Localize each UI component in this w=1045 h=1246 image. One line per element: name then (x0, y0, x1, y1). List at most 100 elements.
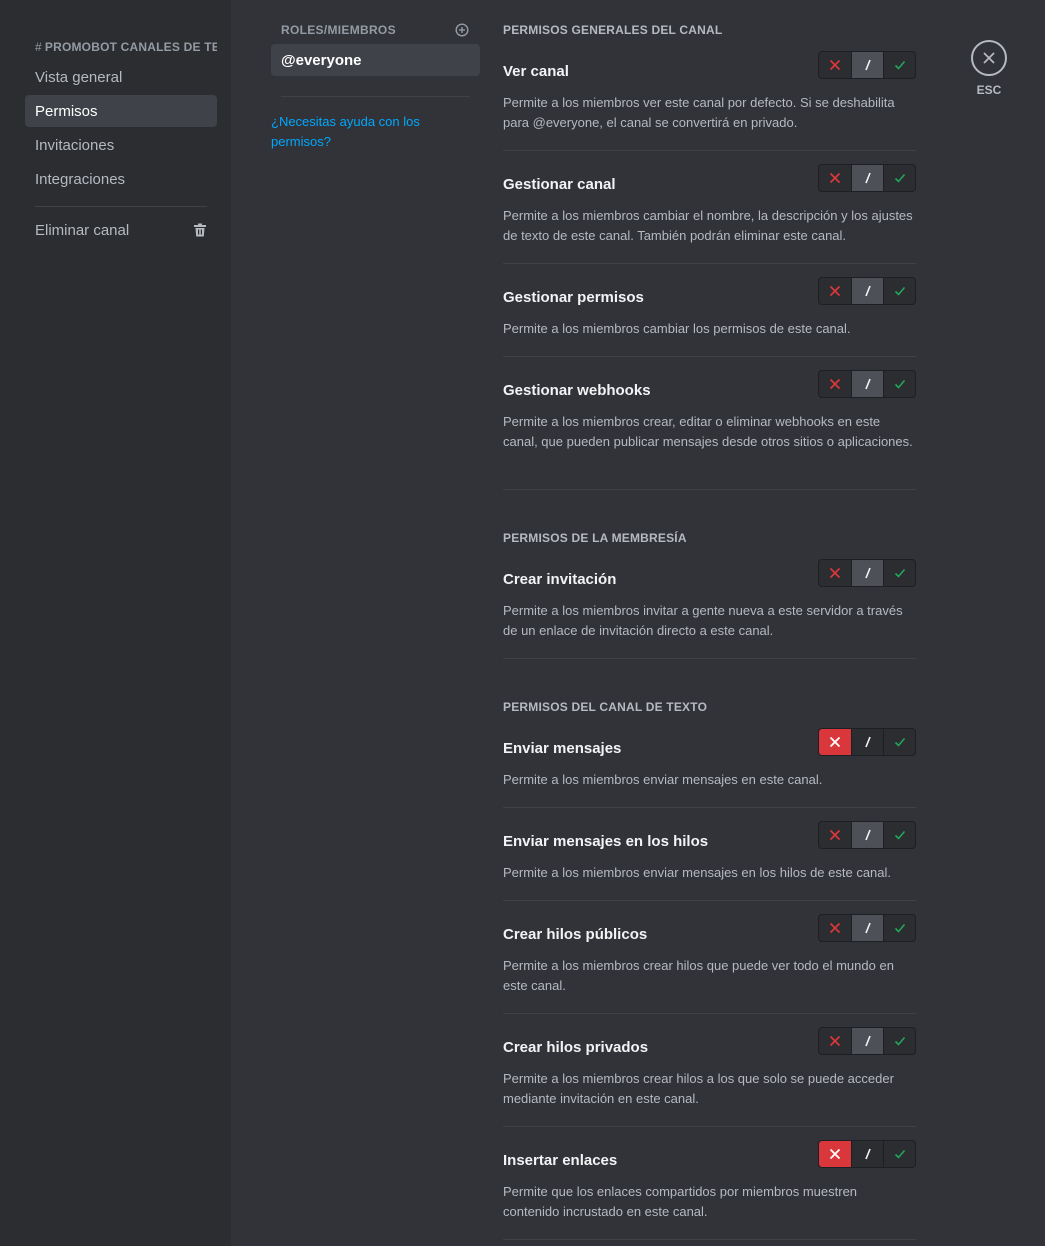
permission-name: Gestionar canal (503, 176, 616, 193)
sidebar-item-permissions[interactable]: Permisos (25, 95, 217, 127)
permission-description: Permite a los miembros cambiar los permi… (503, 321, 851, 336)
section-title-membership: PERMISOS DE LA MEMBRESÍA (503, 531, 687, 545)
channel-header: #PROMOBOT CANALES DE TEXTO (35, 40, 217, 54)
check-icon (894, 737, 905, 747)
deny-button[interactable] (819, 278, 851, 304)
permission-name: Enviar mensajes en los hilos (503, 833, 709, 850)
delete-channel-label: Eliminar canal (35, 221, 130, 239)
permission-description: Permite a los miembros ver este canal po… (503, 95, 895, 130)
allow-button[interactable] (883, 165, 915, 191)
permission-toggle (818, 1140, 916, 1168)
deny-button[interactable] (819, 729, 851, 755)
slash-icon (864, 829, 871, 841)
permissions-help-link[interactable]: ¿Necesitas ayuda con los permisos? (271, 112, 441, 152)
allow-button[interactable] (883, 52, 915, 78)
x-icon (829, 172, 841, 184)
allow-button[interactable] (883, 371, 915, 397)
permission-divider (503, 489, 916, 490)
permission-description: Permite a los miembros enviar mensajes e… (503, 865, 892, 880)
permission-divider (503, 1239, 916, 1240)
permission-divider (503, 807, 916, 808)
permission-toggle (818, 51, 916, 79)
permission-description: Permite a los miembros crear hilos que p… (503, 958, 894, 993)
neutral-button[interactable] (851, 1141, 883, 1167)
x-icon (829, 285, 841, 297)
hash-icon: # (35, 40, 42, 54)
permission-toggle (818, 728, 916, 756)
check-icon (894, 1036, 905, 1046)
allow-button[interactable] (883, 915, 915, 941)
role-everyone[interactable]: @everyone (271, 44, 480, 76)
allow-button[interactable] (883, 1141, 915, 1167)
slash-icon (864, 378, 871, 390)
permission-name: Gestionar webhooks (503, 382, 651, 399)
close-button[interactable] (971, 40, 1007, 76)
x-icon (829, 59, 841, 71)
sidebar-item-overview[interactable]: Vista general (25, 61, 217, 93)
deny-button[interactable] (819, 1028, 851, 1054)
allow-button[interactable] (883, 822, 915, 848)
section-title-text-channel: PERMISOS DEL CANAL DE TEXTO (503, 700, 708, 714)
add-role-icon[interactable] (455, 23, 469, 37)
allow-button[interactable] (883, 560, 915, 586)
neutral-button[interactable] (851, 822, 883, 848)
close-icon (983, 52, 995, 64)
neutral-button[interactable] (851, 729, 883, 755)
sidebar-item-invites[interactable]: Invitaciones (25, 129, 217, 161)
sidebar-item-integrations[interactable]: Integraciones (25, 163, 217, 195)
allow-button[interactable] (883, 278, 915, 304)
neutral-button[interactable] (851, 560, 883, 586)
settings-sidebar: #PROMOBOT CANALES DE TEXTO Vista general… (0, 0, 231, 1246)
slash-icon (864, 567, 871, 579)
x-icon (829, 378, 841, 390)
permission-description: Permite a los miembros invitar a gente n… (503, 603, 903, 638)
delete-channel-button[interactable]: Eliminar canal (25, 214, 217, 246)
check-icon (894, 923, 905, 933)
permission-toggle (818, 559, 916, 587)
permission-name: Crear invitación (503, 571, 617, 588)
section-title-general: PERMISOS GENERALES DEL CANAL (503, 23, 723, 37)
permission-name: Ver canal (503, 63, 569, 80)
permission-name: Enviar mensajes (503, 740, 622, 757)
permission-description: Permite a los miembros crear hilos a los… (503, 1071, 894, 1106)
deny-button[interactable] (819, 52, 851, 78)
check-icon (894, 379, 905, 389)
allow-button[interactable] (883, 1028, 915, 1054)
permission-divider (503, 356, 916, 357)
neutral-button[interactable] (851, 1028, 883, 1054)
permission-description: Permite a los miembros cambiar el nombre… (503, 208, 913, 243)
permission-divider (503, 150, 916, 151)
deny-button[interactable] (819, 560, 851, 586)
check-icon (894, 830, 905, 840)
permission-name: Gestionar permisos (503, 289, 644, 306)
permission-divider (503, 1013, 916, 1014)
deny-button[interactable] (819, 1141, 851, 1167)
neutral-button[interactable] (851, 371, 883, 397)
slash-icon (864, 1148, 871, 1160)
allow-button[interactable] (883, 729, 915, 755)
neutral-button[interactable] (851, 52, 883, 78)
deny-button[interactable] (819, 371, 851, 397)
permission-toggle (818, 914, 916, 942)
slash-icon (864, 172, 871, 184)
x-icon (829, 567, 841, 579)
deny-button[interactable] (819, 915, 851, 941)
deny-button[interactable] (819, 822, 851, 848)
check-icon (894, 1149, 905, 1159)
x-icon (829, 829, 841, 841)
sidebar-divider (35, 206, 207, 207)
neutral-button[interactable] (851, 165, 883, 191)
permission-toggle (818, 164, 916, 192)
permission-description: Permite que los enlaces compartidos por … (503, 1184, 858, 1219)
trash-icon (194, 223, 206, 237)
permission-divider (503, 658, 916, 659)
deny-button[interactable] (819, 165, 851, 191)
slash-icon (864, 59, 871, 71)
slash-icon (864, 1035, 871, 1047)
permission-name: Crear hilos públicos (503, 926, 648, 943)
check-icon (894, 173, 905, 183)
neutral-button[interactable] (851, 278, 883, 304)
neutral-button[interactable] (851, 915, 883, 941)
channel-name: PROMOBOT CANALES DE TEXTO (44, 40, 217, 54)
check-icon (894, 568, 905, 578)
